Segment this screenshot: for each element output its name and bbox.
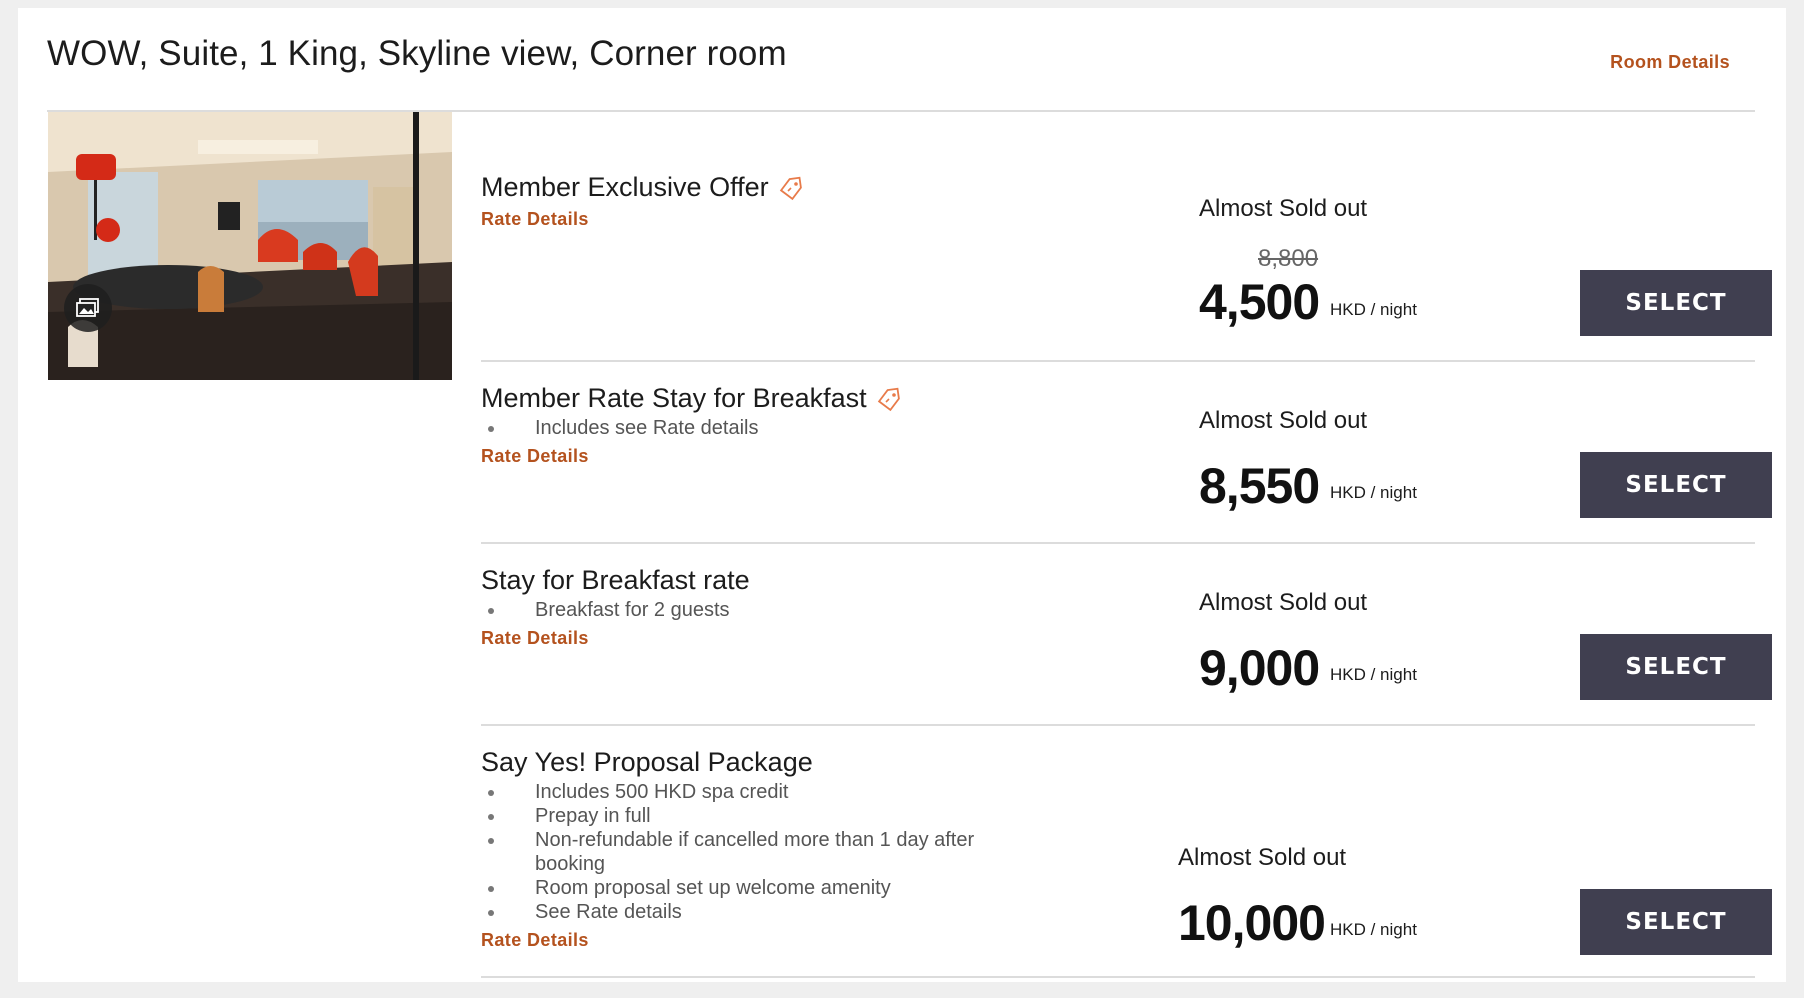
room-card: WOW, Suite, 1 King, Skyline view, Corner… [18, 8, 1786, 982]
rate-name-row: Say Yes! Proposal Package [481, 747, 813, 778]
rate-price: 4,500 [1199, 274, 1320, 330]
inclusion-item: Room proposal set up welcome amenity [481, 876, 1001, 900]
rate-row: Stay for Breakfast rate Breakfast for 2 … [481, 544, 1772, 726]
price-unit: HKD / night [1330, 300, 1417, 319]
room-details-link[interactable]: Room Details [1610, 52, 1730, 73]
inclusion-item: Non-refundable if cancelled more than 1 … [481, 828, 1001, 876]
inclusion-item: Prepay in full [481, 804, 1001, 828]
gallery-button[interactable] [64, 284, 112, 332]
availability-text: Almost Sold out [1178, 844, 1347, 871]
rate-row: Member Exclusive Offer Rate Details Almo… [481, 112, 1772, 362]
inclusion-item: See Rate details [481, 900, 1001, 924]
rate-inclusions: Breakfast for 2 guests [481, 598, 1001, 622]
price-unit: HKD / night [1330, 665, 1417, 684]
tag-icon [777, 175, 805, 201]
rate-name-row: Member Exclusive Offer [481, 172, 805, 203]
rate-details-link[interactable]: Rate Details [481, 930, 589, 951]
rate-price: 10,000 [1178, 895, 1326, 951]
price-unit: HKD / night [1330, 920, 1417, 939]
rate-name: Say Yes! Proposal Package [481, 747, 813, 777]
rate-row: Say Yes! Proposal Package Includes 500 H… [481, 726, 1772, 978]
rate-details-link[interactable]: Rate Details [481, 209, 589, 230]
inclusion-item: Breakfast for 2 guests [481, 598, 1001, 622]
room-title: WOW, Suite, 1 King, Skyline view, Corner… [47, 34, 787, 73]
rate-price: 8,550 [1199, 458, 1320, 514]
rate-name-row: Stay for Breakfast rate [481, 565, 750, 596]
room-photo-image [48, 112, 452, 380]
rate-name-row: Member Rate Stay for Breakfast [481, 383, 903, 414]
availability-text: Almost Sold out [1199, 589, 1368, 616]
rate-details-link[interactable]: Rate Details [481, 446, 589, 467]
rate-name: Member Exclusive Offer [481, 172, 769, 202]
availability-text: Almost Sold out [1199, 407, 1368, 434]
price-unit: HKD / night [1330, 483, 1417, 502]
rate-row: Member Rate Stay for Breakfast Includes … [481, 362, 1772, 544]
rate-name: Member Rate Stay for Breakfast [481, 383, 867, 413]
rate-details-link[interactable]: Rate Details [481, 628, 589, 649]
select-button[interactable]: SELECT [1580, 452, 1772, 518]
inclusion-item: Includes see Rate details [481, 416, 1001, 440]
availability-text: Almost Sold out [1199, 195, 1368, 222]
select-button[interactable]: SELECT [1580, 889, 1772, 955]
inclusion-item: Includes 500 HKD spa credit [481, 780, 1001, 804]
rate-inclusions: Includes see Rate details [481, 416, 1001, 440]
select-button[interactable]: SELECT [1580, 634, 1772, 700]
gallery-icon [76, 298, 99, 317]
rate-name: Stay for Breakfast rate [481, 565, 750, 595]
room-photo[interactable] [48, 112, 452, 380]
original-price: 8,800 [1258, 245, 1319, 272]
rate-price: 9,000 [1199, 640, 1320, 696]
tag-icon [875, 386, 903, 412]
select-button[interactable]: SELECT [1580, 270, 1772, 336]
rate-inclusions: Includes 500 HKD spa credit Prepay in fu… [481, 780, 1001, 924]
